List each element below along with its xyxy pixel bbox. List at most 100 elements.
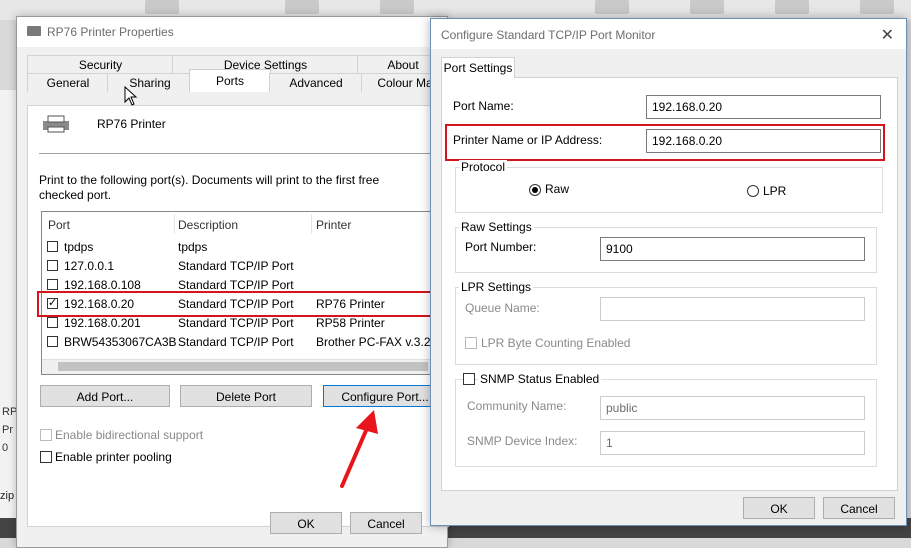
title-bar: Configure Standard TCP/IP Port Monitor ✕	[431, 19, 906, 49]
ok-button[interactable]: OK	[270, 512, 342, 534]
raw-radio-label: Raw	[545, 182, 570, 196]
tab-port-settings[interactable]: Port Settings	[441, 57, 515, 78]
table-row[interactable]: 192.168.0.108 Standard TCP/IP Port	[42, 276, 442, 295]
dialog-title: Configure Standard TCP/IP Port Monitor	[441, 28, 656, 42]
port-checkbox[interactable]	[47, 317, 58, 328]
description-cell: Standard TCP/IP Port	[178, 297, 294, 311]
title-bar: RP76 Printer Properties	[17, 17, 447, 47]
port-number-label: Port Number:	[465, 240, 537, 254]
table-row[interactable]: 127.0.0.1 Standard TCP/IP Port	[42, 257, 442, 276]
port-number-field[interactable]: 9100	[600, 237, 865, 261]
ports-instructions: Print to the following port(s). Document…	[39, 173, 380, 202]
desktop-icon[interactable]	[860, 0, 894, 14]
ports-list[interactable]: Port Description Printer tpdps tpdps 127…	[41, 211, 443, 375]
lpr-radio[interactable]	[747, 185, 759, 197]
background-text: zip	[0, 490, 15, 502]
tab-security[interactable]: Security	[27, 55, 174, 74]
port-checkbox[interactable]	[47, 260, 58, 271]
cancel-button[interactable]: Cancel	[823, 497, 895, 519]
desktop-icon[interactable]	[380, 0, 414, 14]
protocol-group	[455, 167, 883, 213]
lpr-radio-label: LPR	[763, 184, 787, 198]
description-cell: tpdps	[178, 240, 208, 254]
protocol-group-label: Protocol	[459, 160, 508, 174]
description-cell: Standard TCP/IP Port	[178, 335, 294, 349]
printer-icon	[27, 26, 41, 36]
printer-name: RP76 Printer	[97, 117, 166, 131]
port-cell: tpdps	[64, 240, 94, 254]
table-row[interactable]: 192.168.0.201 Standard TCP/IP Port RP58 …	[42, 314, 442, 333]
port-cell: 192.168.0.201	[64, 316, 141, 330]
port-checkbox[interactable]	[47, 336, 58, 347]
queue-name-label: Queue Name:	[465, 301, 540, 315]
column-divider[interactable]	[311, 214, 312, 234]
snmp-enabled-checkbox[interactable]	[463, 373, 475, 385]
column-header-description[interactable]: Description	[178, 218, 238, 232]
ok-button[interactable]: OK	[743, 497, 815, 519]
description-cell: Standard TCP/IP Port	[178, 316, 294, 330]
lpr-byte-counting-label: LPR Byte Counting Enabled	[481, 336, 631, 350]
lpr-byte-counting-checkbox[interactable]	[465, 337, 477, 349]
table-row[interactable]: BRW54353067CA3B Standard TCP/IP Port Bro…	[42, 333, 442, 352]
table-row[interactable]: tpdps tpdps	[42, 238, 442, 257]
red-arrow-icon	[340, 410, 378, 488]
port-cell: BRW54353067CA3B	[64, 335, 177, 349]
desktop-icon[interactable]	[285, 0, 319, 14]
horizontal-scrollbar[interactable]	[42, 359, 442, 374]
port-cell: 192.168.0.20	[64, 297, 135, 311]
column-header-port[interactable]: Port	[48, 218, 70, 232]
desktop-icon[interactable]	[690, 0, 724, 14]
raw-settings-label: Raw Settings	[459, 220, 534, 234]
column-divider[interactable]	[174, 214, 175, 234]
tab-general[interactable]: General	[27, 73, 109, 92]
mouse-cursor-icon	[124, 86, 138, 106]
port-checkbox[interactable]	[47, 279, 58, 290]
printer-cell: Brother PC-FAX v.3.2 (	[316, 335, 438, 349]
port-checkbox[interactable]	[47, 296, 58, 309]
snmp-device-index-label: SNMP Device Index:	[467, 434, 578, 448]
printer-cell: RP58 Printer	[316, 316, 385, 330]
background-text: RP	[2, 406, 18, 418]
background-text: Pr	[2, 424, 13, 436]
community-name-label: Community Name:	[467, 399, 567, 413]
background-text: 0	[2, 442, 9, 454]
lpr-settings-label: LPR Settings	[459, 280, 534, 294]
desktop-icon[interactable]	[775, 0, 809, 14]
scrollbar-thumb[interactable]	[58, 362, 428, 371]
add-port-button[interactable]: Add Port...	[40, 385, 170, 407]
tab-sharing[interactable]: Sharing	[107, 73, 193, 92]
background-window: RP Pr 0	[0, 90, 18, 538]
delete-port-button[interactable]: Delete Port	[180, 385, 312, 407]
desktop-icon[interactable]	[145, 0, 179, 14]
port-cell: 192.168.0.108	[64, 278, 141, 292]
printer-icon	[43, 115, 69, 133]
close-icon[interactable]: ✕	[881, 25, 894, 45]
ip-address-field[interactable]: 192.168.0.20	[646, 129, 881, 153]
description-cell: Standard TCP/IP Port	[178, 259, 294, 273]
bidirectional-label: Enable bidirectional support	[55, 428, 204, 442]
window-title: RP76 Printer Properties	[47, 25, 174, 39]
divider	[39, 153, 443, 154]
port-name-label: Port Name:	[453, 99, 514, 113]
printer-cell: RP76 Printer	[316, 297, 385, 311]
desktop-icon[interactable]	[595, 0, 629, 14]
snmp-device-index-field[interactable]: 1	[600, 431, 865, 455]
port-cell: 127.0.0.1	[64, 259, 115, 273]
bidirectional-checkbox[interactable]	[40, 429, 52, 441]
pooling-checkbox[interactable]	[40, 451, 52, 463]
cancel-button[interactable]: Cancel	[350, 512, 422, 534]
raw-radio[interactable]	[529, 184, 541, 196]
configure-port-dialog: Configure Standard TCP/IP Port Monitor ✕…	[430, 18, 907, 526]
tab-advanced[interactable]: Advanced	[269, 73, 363, 92]
queue-name-field[interactable]	[600, 297, 865, 321]
ip-address-label: Printer Name or IP Address:	[453, 133, 603, 147]
tab-ports[interactable]: Ports	[189, 69, 271, 92]
community-name-field[interactable]: public	[600, 396, 865, 420]
table-row-selected[interactable]: 192.168.0.20 Standard TCP/IP Port RP76 P…	[42, 295, 442, 314]
snmp-enabled-label: SNMP Status Enabled	[478, 372, 602, 386]
description-cell: Standard TCP/IP Port	[178, 278, 294, 292]
column-header-printer[interactable]: Printer	[316, 218, 351, 232]
pooling-label: Enable printer pooling	[55, 450, 172, 464]
port-name-field[interactable]: 192.168.0.20	[646, 95, 881, 119]
port-checkbox[interactable]	[47, 241, 58, 252]
